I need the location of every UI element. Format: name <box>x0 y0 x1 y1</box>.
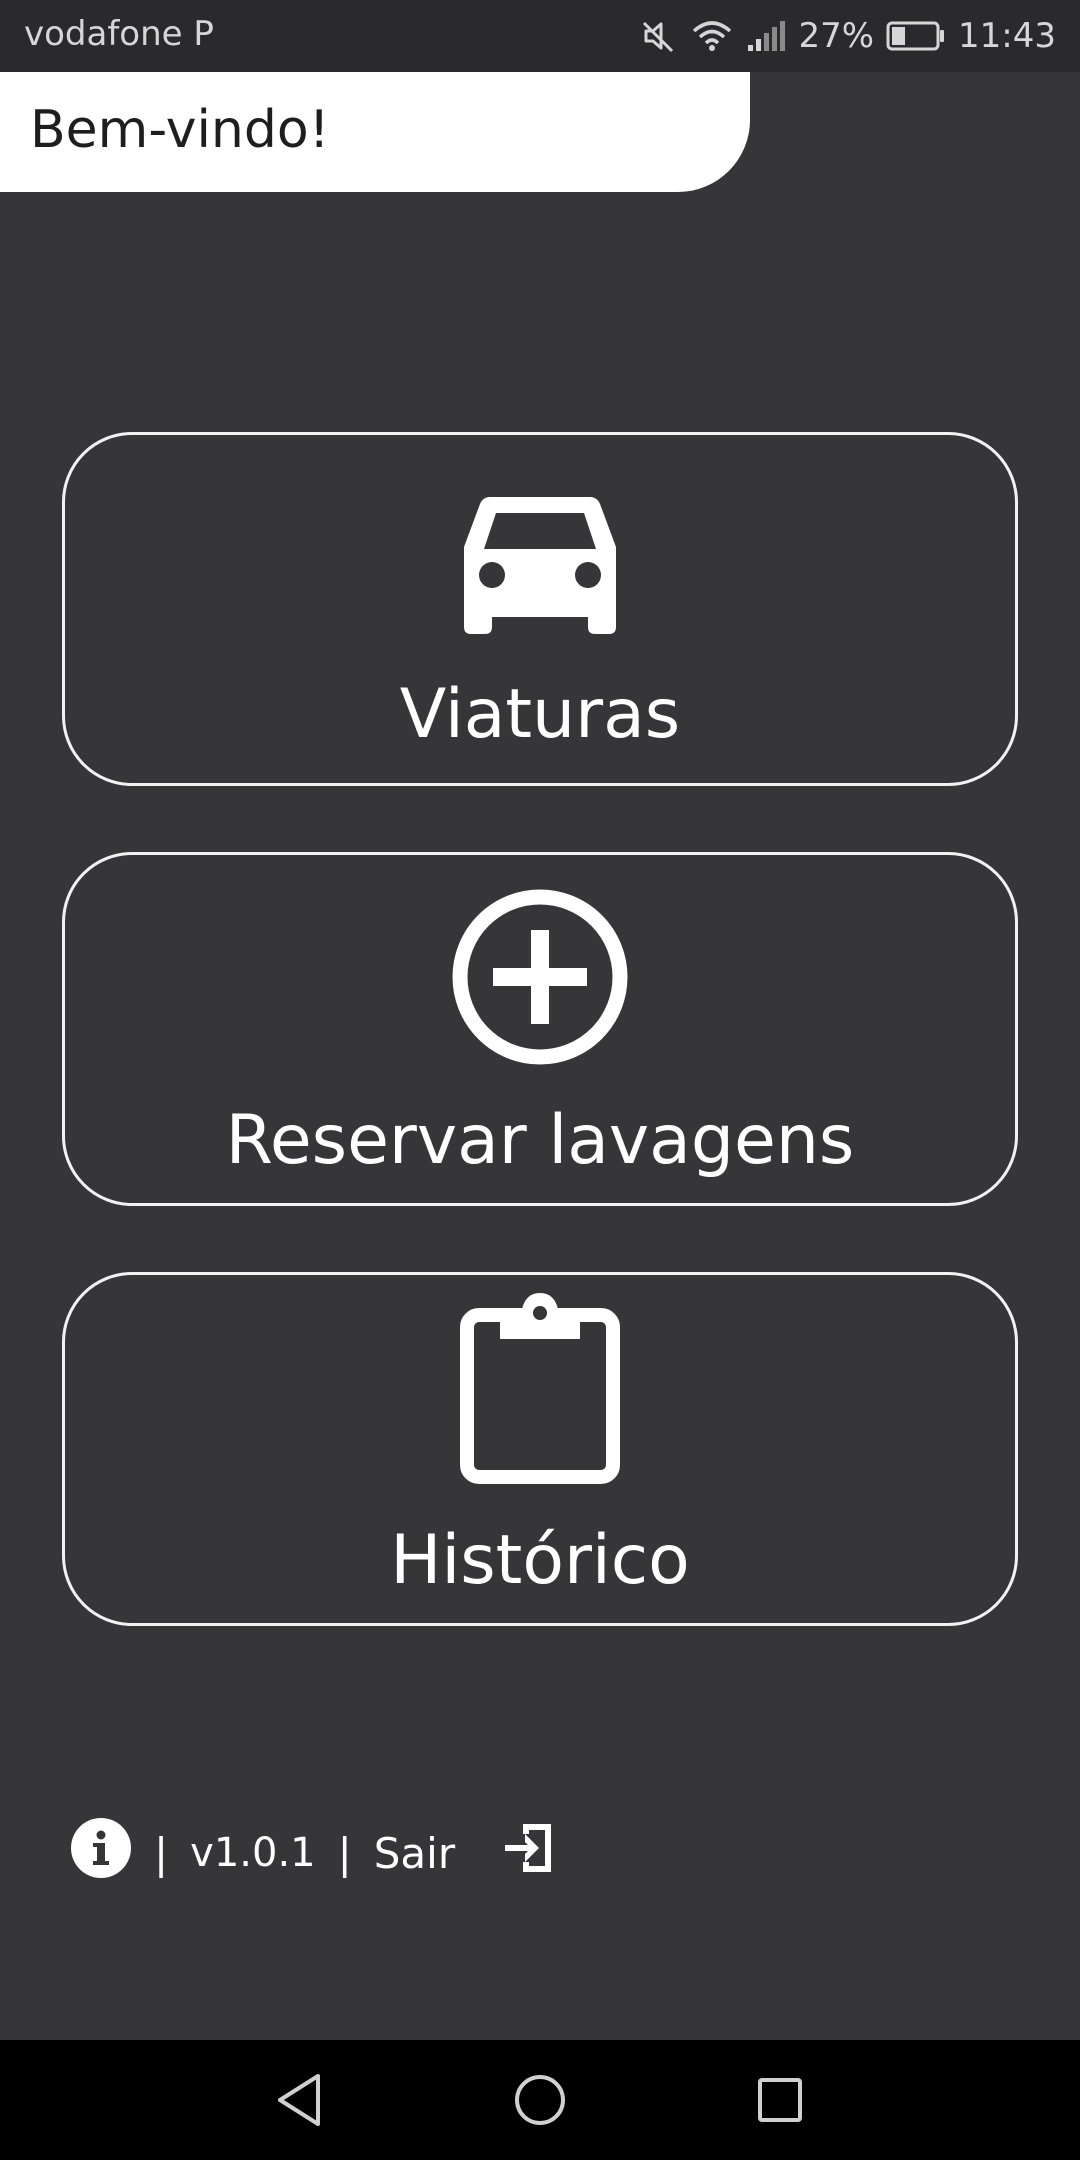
home-icon[interactable] <box>508 2068 572 2132</box>
car-icon <box>460 491 620 639</box>
history-button[interactable]: Histórico <box>62 1272 1018 1626</box>
vehicles-button[interactable]: Viaturas <box>62 432 1018 786</box>
battery-percent: 27% <box>798 16 875 56</box>
history-label: Histórico <box>390 1521 690 1600</box>
status-bar: vodafone P 27% 11:43 <box>0 0 1080 72</box>
recent-apps-icon[interactable] <box>748 2068 812 2132</box>
info-icon[interactable] <box>70 1817 132 1889</box>
clipboard-icon <box>458 1289 622 1489</box>
carrier-name: vodafone P <box>24 14 214 54</box>
status-icons: 27% 11:43 <box>640 12 1056 60</box>
back-icon[interactable] <box>268 2068 332 2132</box>
clock: 11:43 <box>958 16 1056 56</box>
logout-link[interactable]: Sair <box>374 1829 455 1878</box>
app-screen: vodafone P 27% 11:43 Bem-vindo! Viaturas… <box>0 0 1080 2160</box>
book-wash-label: Reservar lavagens <box>225 1101 855 1180</box>
vehicles-label: Viaturas <box>399 675 681 754</box>
wifi-icon <box>690 17 734 55</box>
book-wash-button[interactable]: Reservar lavagens <box>62 852 1018 1206</box>
welcome-banner: Bem-vindo! <box>0 72 750 192</box>
welcome-text: Bem-vindo! <box>30 100 330 160</box>
exit-icon[interactable] <box>499 1820 557 1886</box>
navigation-bar <box>0 2040 1080 2160</box>
battery-icon <box>886 19 946 53</box>
footer: | v1.0.1 | Sair <box>70 1818 557 1888</box>
add-circle-icon <box>450 887 630 1071</box>
signal-icon <box>746 17 786 55</box>
footer-separator: | <box>154 1828 169 1878</box>
mute-icon <box>640 17 678 55</box>
footer-separator: | <box>337 1828 352 1878</box>
app-version: v1.0.1 <box>190 1830 316 1876</box>
